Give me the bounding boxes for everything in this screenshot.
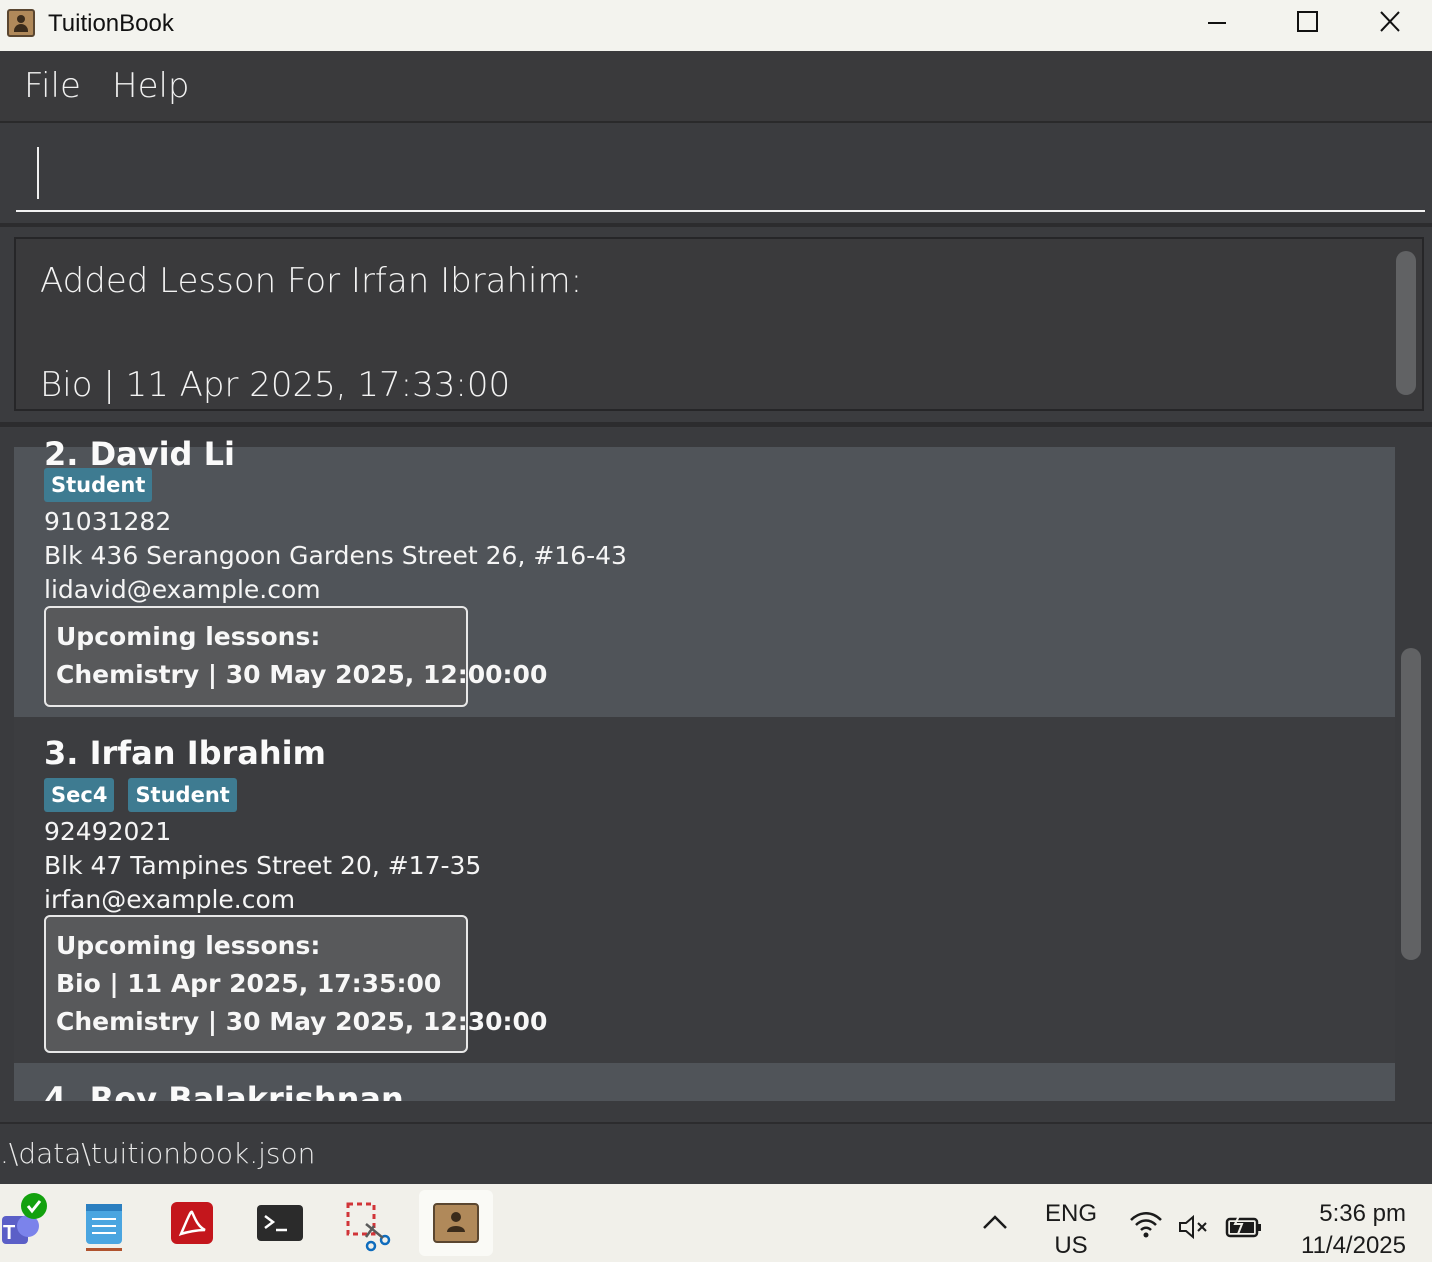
- acrobat-icon[interactable]: [157, 1190, 227, 1256]
- lessons-box: Upcoming lessons: Bio | 11 Apr 2025, 17:…: [44, 915, 548, 1053]
- data-file-path: .\data\tuitionbook.json: [0, 1137, 316, 1170]
- person-address: Blk 436 Serangoon Gardens Street 26, #16…: [44, 541, 627, 570]
- svg-text:T: T: [3, 1222, 15, 1244]
- region-code: US: [1054, 1232, 1088, 1259]
- person-email: irfan@example.com: [44, 885, 296, 914]
- person-email: lidavid@example.com: [44, 575, 321, 604]
- lesson-item: Chemistry | 30 May 2025, 12:30:00: [56, 1007, 548, 1036]
- menu-file[interactable]: File: [24, 66, 81, 106]
- lessons-header: Upcoming lessons:: [56, 931, 321, 960]
- command-input[interactable]: [16, 136, 1425, 212]
- teams-icon[interactable]: T: [0, 1190, 60, 1256]
- taskbar: T ENG US 5:36 pm 11/4/2025: [0, 1184, 1432, 1262]
- battery-charging-icon[interactable]: [1224, 1212, 1264, 1247]
- volume-muted-icon[interactable]: [1177, 1214, 1213, 1247]
- chevron-up-icon[interactable]: [980, 1208, 1010, 1243]
- result-line-3: Bio | 11 Apr 2025, 17:33:00: [40, 365, 511, 405]
- lesson-item: Bio | 11 Apr 2025, 17:35:00: [56, 969, 442, 998]
- tag-list: Sec4 Student: [44, 778, 237, 812]
- language-code: ENG: [1044, 1200, 1097, 1227]
- result-line-1: Added Lesson For Irfan Ibrahim:: [40, 261, 583, 301]
- person-address: Blk 47 Tampines Street 20, #17-35: [44, 851, 482, 880]
- person-phone: 91031282: [44, 507, 172, 536]
- close-button[interactable]: [1352, 0, 1432, 46]
- lesson-item: Chemistry | 30 May 2025, 12:00:00: [56, 660, 548, 689]
- snipping-tool-icon[interactable]: [333, 1190, 403, 1256]
- result-scrollbar[interactable]: [1396, 251, 1416, 395]
- tag: Student: [128, 778, 237, 812]
- list-scrollbar[interactable]: [1401, 648, 1421, 960]
- person-name: 3. Irfan Ibrahim: [44, 734, 326, 772]
- minimize-button[interactable]: [1172, 0, 1262, 46]
- result-message: Added Lesson For Irfan Ibrahim: Bio | 11…: [40, 255, 582, 411]
- notepad-icon[interactable]: [69, 1190, 139, 1256]
- person-phone: 92492021: [44, 817, 172, 846]
- title-bar: TuitionBook: [0, 0, 1432, 51]
- tag-list: Student: [44, 468, 153, 502]
- person-card[interactable]: 3. Irfan Ibrahim Sec4 Student 92492021 B…: [14, 717, 1395, 1063]
- terminal-icon[interactable]: [245, 1190, 315, 1256]
- divider: [0, 223, 1432, 227]
- wifi-icon[interactable]: [1128, 1210, 1164, 1245]
- status-bar: .\data\tuitionbook.json: [0, 1122, 1432, 1184]
- maximize-button[interactable]: [1262, 0, 1352, 46]
- command-pane: [0, 123, 1432, 223]
- person-card[interactable]: 2. David Li Student 91031282 Blk 436 Ser…: [14, 435, 1395, 717]
- person-card[interactable]: 4. Roy Balakrishnan: [14, 1063, 1395, 1101]
- menu-help[interactable]: Help: [112, 66, 190, 106]
- tuitionbook-icon[interactable]: [419, 1190, 493, 1256]
- tag: Sec4: [44, 778, 115, 812]
- clock-time: 5:36 pm: [1319, 1200, 1406, 1227]
- lessons-box: Upcoming lessons: Chemistry | 30 May 202…: [44, 606, 548, 707]
- app-icon: [7, 9, 35, 37]
- text-caret: [37, 147, 39, 199]
- clock-date: 11/4/2025: [1301, 1232, 1406, 1259]
- lessons-header: Upcoming lessons:: [56, 622, 321, 651]
- menu-bar: File Help: [0, 51, 1432, 123]
- clock[interactable]: 5:36 pm 11/4/2025: [1286, 1198, 1406, 1262]
- window-title: TuitionBook: [48, 10, 174, 37]
- language-indicator[interactable]: ENG US: [1036, 1198, 1106, 1262]
- tag: Student: [44, 468, 153, 502]
- result-display: Added Lesson For Irfan Ibrahim: Bio | 11…: [14, 237, 1424, 411]
- divider: [0, 422, 1432, 427]
- person-list: 2. David Li Student 91031282 Blk 436 Ser…: [0, 428, 1432, 1120]
- person-name: 4. Roy Balakrishnan: [44, 1080, 404, 1101]
